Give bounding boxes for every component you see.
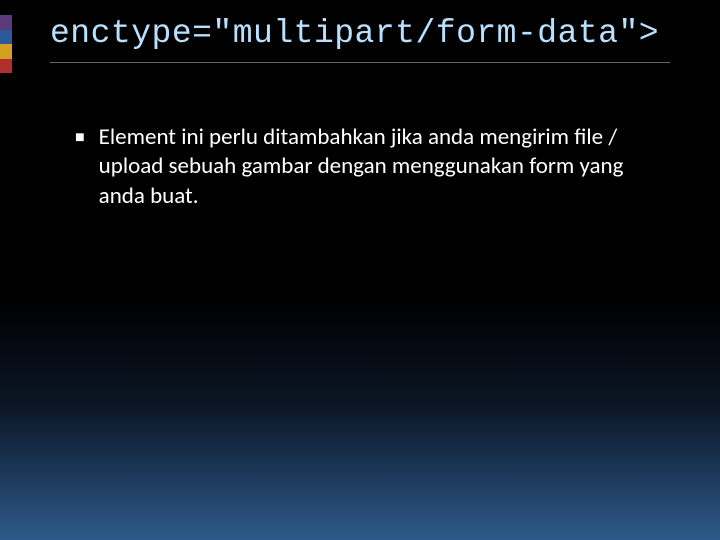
accent-segment-purple [0,15,12,30]
slide: enctype="multipart/form-data"> ■ Element… [0,0,720,540]
accent-segment-red [0,59,12,74]
slide-title: enctype="multipart/form-data"> [50,15,670,52]
slide-body: ■ Element ini perlu ditambahkan jika and… [0,73,720,211]
bullet-icon: ■ [75,123,85,153]
list-item: ■ Element ini perlu ditambahkan jika and… [75,123,660,211]
title-area: enctype="multipart/form-data"> [0,15,720,73]
bullet-text: Element ini perlu ditambahkan jika anda … [99,123,660,211]
accent-segment-blue [0,30,12,45]
accent-segment-yellow [0,44,12,59]
title-accent-bar [0,15,12,73]
title-underline [50,62,670,63]
